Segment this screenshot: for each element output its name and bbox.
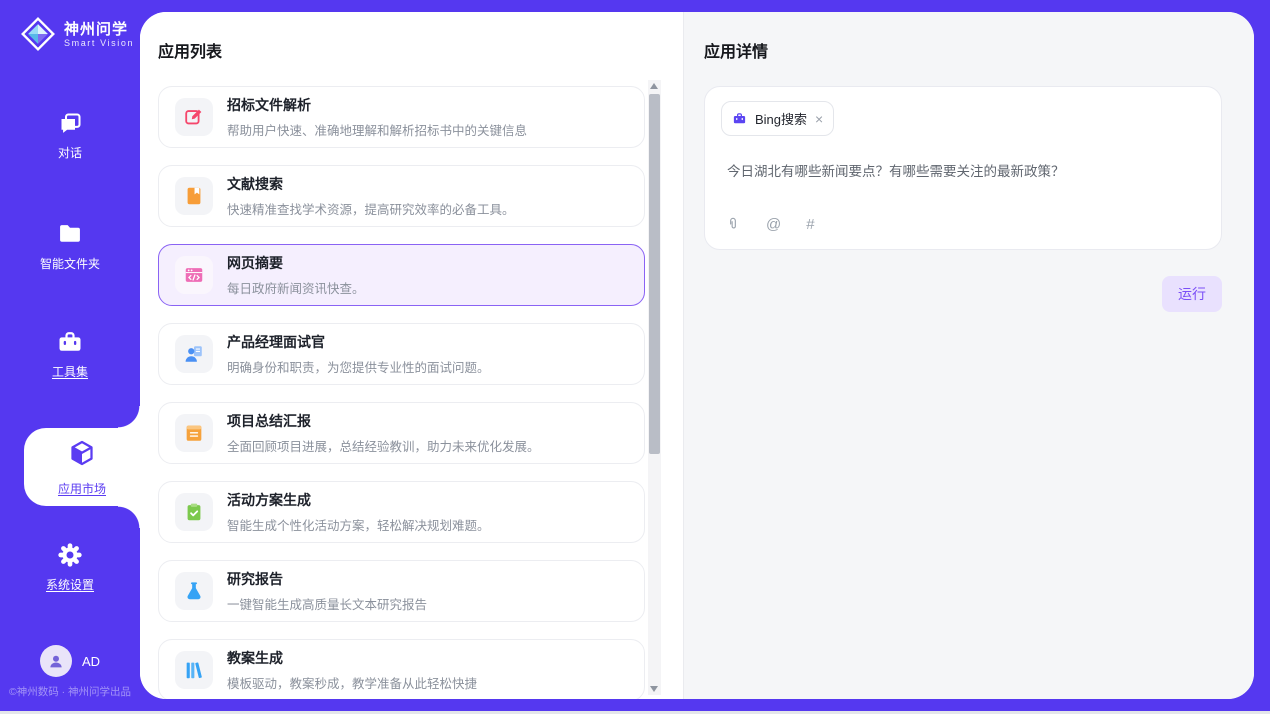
app-list-title: 应用列表 <box>158 38 683 62</box>
brand-logo: 神州问学 Smart Vision <box>0 0 140 52</box>
copyright-footer: ©神州数码 · 神州问学出品 <box>0 684 140 699</box>
sidebar-item-label: 应用市场 <box>24 480 140 497</box>
tool-chip-label: Bing搜索 <box>755 109 807 128</box>
app-title: 研究报告 <box>227 569 427 589</box>
sidebar-item-app-market[interactable]: 应用市场 <box>24 428 140 506</box>
run-button[interactable]: 运行 <box>1162 276 1222 312</box>
briefcase-icon <box>732 111 747 126</box>
sidebar-item-chat[interactable]: 对话 <box>0 110 140 161</box>
interviewer-icon <box>175 335 213 373</box>
folder-icon <box>56 220 84 248</box>
input-toolbar: @ # <box>725 215 815 233</box>
sidebar: 神州问学 Smart Vision 对话 智能文件夹 工具 <box>0 0 140 711</box>
user-initials: AD <box>82 654 100 669</box>
app-card-bid-analysis[interactable]: 招标文件解析 帮助用户快速、准确地理解和解析招标书中的关键信息 <box>158 86 645 148</box>
edit-doc-icon <box>175 98 213 136</box>
books-icon <box>175 651 213 689</box>
app-card-literature-search[interactable]: 文献搜索 快速精准查找学术资源，提高研究效率的必备工具。 <box>158 165 645 227</box>
sidebar-item-label: 工具集 <box>0 363 140 380</box>
scrollbar-thumb[interactable] <box>649 94 660 454</box>
sidebar-item-label: 对话 <box>0 144 140 161</box>
chat-icon <box>57 110 84 137</box>
flask-icon <box>175 572 213 610</box>
tool-chip-bing-search[interactable]: Bing搜索 × <box>721 101 834 136</box>
brand-name: 神州问学 <box>64 21 134 38</box>
user-account[interactable]: AD <box>0 645 140 677</box>
app-desc: 每日政府新闻资讯快查。 <box>227 278 365 297</box>
sidebar-item-settings[interactable]: 系统设置 <box>0 541 140 593</box>
avatar <box>40 645 72 677</box>
app-card-lesson-plan[interactable]: 教案生成 模板驱动，教案秒成，教学准备从此轻松快捷 <box>158 639 645 699</box>
clipboard-check-icon <box>175 493 213 531</box>
mention-icon[interactable]: @ <box>766 216 781 233</box>
app-card-web-summary[interactable]: 网页摘要 每日政府新闻资讯快查。 <box>158 244 645 306</box>
diamond-logo-icon <box>20 16 56 52</box>
sidebar-item-toolset[interactable]: 工具集 <box>0 328 140 380</box>
toolbox-icon <box>56 328 84 356</box>
person-icon <box>47 652 65 670</box>
cube-icon <box>67 438 97 468</box>
app-title: 招标文件解析 <box>227 95 527 115</box>
app-desc: 模板驱动，教案秒成，教学准备从此轻松快捷 <box>227 673 477 692</box>
scroll-down-arrow-icon[interactable] <box>650 686 658 692</box>
content-area: 应用列表 招标文件解析 帮助用户快速、准确地理解和解析招标书中的关键信息 <box>140 12 1254 699</box>
app-card-project-summary[interactable]: 项目总结汇报 全面回顾项目进展，总结经验教训，助力未来优化发展。 <box>158 402 645 464</box>
app-desc: 明确身份和职责，为您提供专业性的面试问题。 <box>227 357 490 376</box>
app-frame: 神州问学 Smart Vision 对话 智能文件夹 工具 <box>0 0 1270 711</box>
hash-icon[interactable]: # <box>806 216 814 233</box>
app-card-event-plan[interactable]: 活动方案生成 智能生成个性化活动方案，轻松解决规划难题。 <box>158 481 645 543</box>
brand-subtitle: Smart Vision <box>64 38 134 48</box>
attachment-icon[interactable] <box>725 215 741 233</box>
app-detail-panel: 应用详情 Bing搜索 × 今日湖北有哪些新闻要点？有哪些需要关注的最新政策？ <box>683 12 1254 699</box>
prompt-input[interactable]: 今日湖北有哪些新闻要点？有哪些需要关注的最新政策？ <box>727 160 1205 180</box>
sidebar-item-label: 系统设置 <box>0 576 140 593</box>
run-row: 运行 <box>704 276 1222 312</box>
prompt-card[interactable]: Bing搜索 × 今日湖北有哪些新闻要点？有哪些需要关注的最新政策？ @ # <box>704 86 1222 250</box>
app-desc: 智能生成个性化活动方案，轻松解决规划难题。 <box>227 515 490 534</box>
app-desc: 快速精准查找学术资源，提高研究效率的必备工具。 <box>227 199 515 218</box>
app-desc: 帮助用户快速、准确地理解和解析招标书中的关键信息 <box>227 120 527 139</box>
browser-code-icon <box>175 256 213 294</box>
app-title: 产品经理面试官 <box>227 332 490 352</box>
sidebar-item-smart-folder[interactable]: 智能文件夹 <box>0 220 140 272</box>
app-title: 教案生成 <box>227 648 477 668</box>
app-title: 项目总结汇报 <box>227 411 540 431</box>
app-title: 活动方案生成 <box>227 490 490 510</box>
app-detail-title: 应用详情 <box>704 38 1222 62</box>
gear-icon <box>56 541 84 569</box>
app-card-research-report[interactable]: 研究报告 一键智能生成高质量长文本研究报告 <box>158 560 645 622</box>
sidebar-item-label: 智能文件夹 <box>0 255 140 272</box>
app-title: 网页摘要 <box>227 253 365 273</box>
close-icon[interactable]: × <box>815 112 823 126</box>
app-list-panel: 应用列表 招标文件解析 帮助用户快速、准确地理解和解析招标书中的关键信息 <box>140 12 683 699</box>
app-card-pm-interviewer[interactable]: 产品经理面试官 明确身份和职责，为您提供专业性的面试问题。 <box>158 323 645 385</box>
list-scrollbar[interactable] <box>648 80 661 695</box>
memo-icon <box>175 414 213 452</box>
app-cards: 招标文件解析 帮助用户快速、准确地理解和解析招标书中的关键信息 文献搜索 快速精… <box>158 86 645 699</box>
app-desc: 全面回顾项目进展，总结经验教训，助力未来优化发展。 <box>227 436 540 455</box>
app-desc: 一键智能生成高质量长文本研究报告 <box>227 594 427 613</box>
scroll-up-arrow-icon[interactable] <box>650 83 658 89</box>
app-title: 文献搜索 <box>227 174 515 194</box>
book-icon <box>175 177 213 215</box>
